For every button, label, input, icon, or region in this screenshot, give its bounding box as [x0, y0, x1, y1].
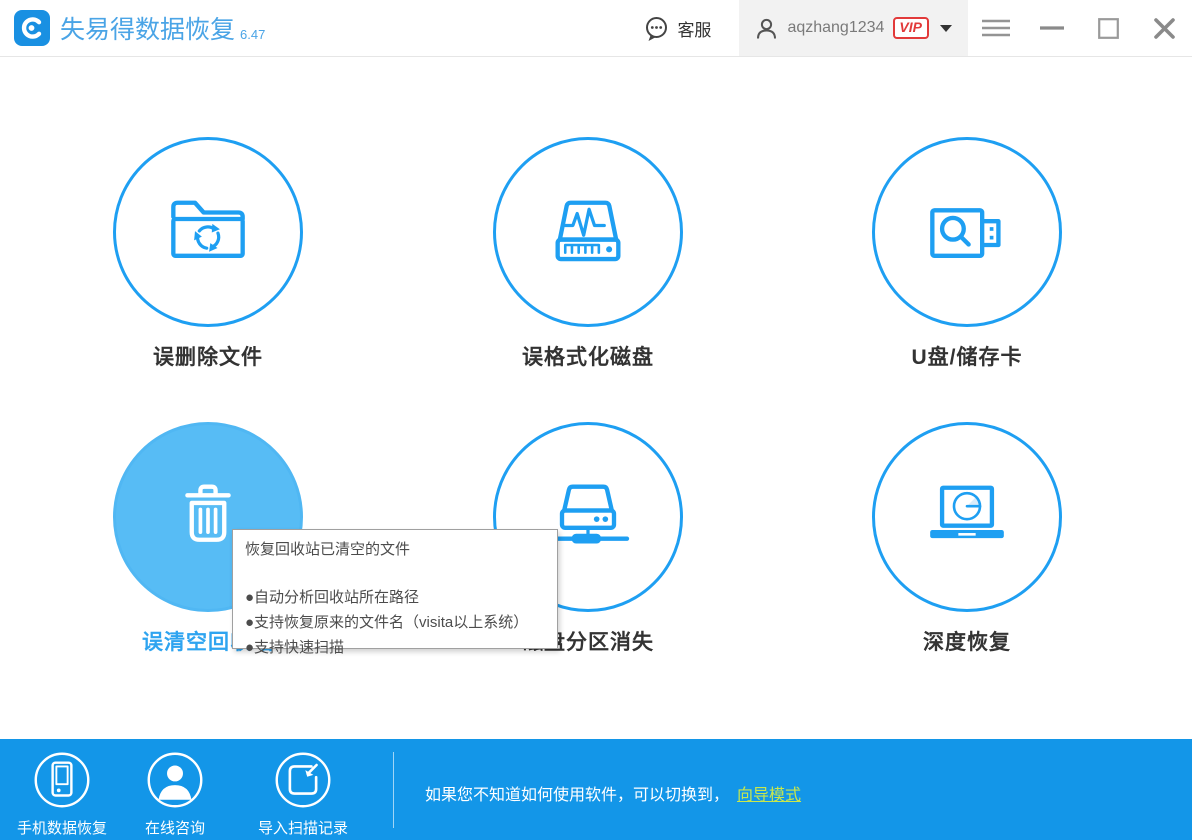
customer-service-button[interactable]: 客服	[643, 15, 711, 42]
footer-item-label: 在线咨询	[145, 817, 205, 838]
person-icon	[145, 750, 205, 810]
usb-circle	[872, 137, 1062, 327]
footer-help: 如果您不知道如何使用软件，可以切换到，向导模式	[425, 781, 801, 805]
app-title: 失易得数据恢复	[60, 10, 235, 46]
hamburger-icon	[980, 18, 1012, 38]
user-icon	[755, 17, 778, 40]
usb-search-icon	[915, 180, 1019, 284]
user-account-menu[interactable]: aqzhang1234 VIP	[739, 0, 968, 56]
footer-help-text: 如果您不知道如何使用软件，可以切换到	[425, 787, 713, 804]
folder-recycle-icon	[156, 180, 260, 284]
recycle-bin-tooltip: 恢复回收站已清空的文件 ●自动分析回收站所在路径 ●支持恢复原来的文件名（vis…	[232, 529, 558, 649]
import-icon	[273, 750, 333, 810]
tooltip-bullet-list: ●自动分析回收站所在路径 ●支持恢复原来的文件名（visita以上系统） ●支持…	[245, 585, 545, 660]
phone-icon	[32, 750, 92, 810]
card-label: 误格式化磁盘	[458, 341, 718, 371]
menu-button[interactable]	[968, 0, 1024, 56]
tooltip-bullet: ●自动分析回收站所在路径	[245, 585, 545, 610]
mode-usb-memory-card[interactable]: U盘/储存卡	[837, 137, 1097, 371]
chevron-down-icon	[940, 25, 952, 32]
laptop-pie-icon	[915, 465, 1019, 569]
username: aqzhang1234	[787, 19, 884, 37]
disk-waveform-icon	[536, 180, 640, 284]
footer-item-import-scan[interactable]: 导入扫描记录	[238, 750, 368, 838]
tooltip-title: 恢复回收站已清空的文件	[245, 539, 545, 560]
maximize-button[interactable]	[1080, 0, 1136, 56]
card-label: 误删除文件	[78, 341, 338, 371]
card-label: 深度恢复	[837, 626, 1097, 656]
wizard-mode-link[interactable]: 向导模式	[737, 787, 801, 804]
footer-item-label: 手机数据恢复	[17, 817, 107, 838]
footer-item-phone-recovery[interactable]: 手机数据恢复	[0, 750, 127, 838]
mode-formatted-disk[interactable]: 误格式化磁盘	[458, 137, 718, 371]
tooltip-bullet: ●支持快速扫描	[245, 635, 545, 660]
close-icon	[1153, 17, 1176, 40]
minimize-button[interactable]	[1024, 0, 1080, 56]
tooltip-bullet: ●支持恢复原来的文件名（visita以上系统）	[245, 610, 545, 635]
footer-divider	[393, 752, 394, 828]
customer-service-label: 客服	[677, 16, 711, 41]
maximize-icon	[1098, 18, 1119, 39]
minimize-icon	[1039, 25, 1065, 31]
formatted-disk-circle	[493, 137, 683, 327]
footer-item-label: 导入扫描记录	[258, 817, 348, 838]
app-version: 6.47	[240, 27, 265, 42]
footer-item-online-consult[interactable]: 在线咨询	[110, 750, 240, 838]
title-bar: 失易得数据恢复 6.47 客服 aqzhang1234 VIP	[0, 0, 1192, 57]
footer-bar: 手机数据恢复 在线咨询 导入扫描记录 如果您不知道如何使用软件，可以切换到，向导…	[0, 739, 1192, 840]
mode-deep-recovery[interactable]: 深度恢复	[837, 422, 1097, 656]
chat-bubble-icon	[643, 15, 670, 42]
card-label: U盘/储存卡	[837, 341, 1097, 371]
window-controls	[968, 0, 1192, 56]
close-button[interactable]	[1136, 0, 1192, 56]
mode-deleted-files[interactable]: 误删除文件	[78, 137, 338, 371]
app-logo-icon	[14, 10, 50, 46]
vip-badge: VIP	[893, 17, 929, 39]
deep-recovery-circle	[872, 422, 1062, 612]
deleted-files-circle	[113, 137, 303, 327]
